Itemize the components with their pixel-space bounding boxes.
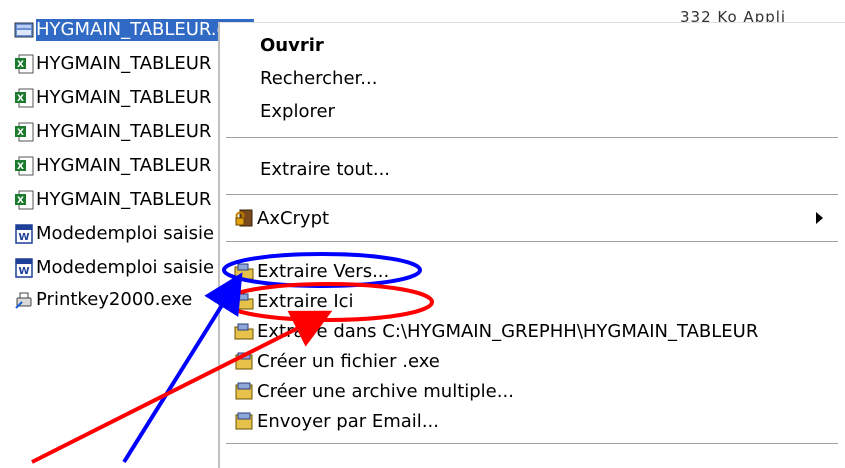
menu-item-label: Extraire dans C:\HYGMAIN_GREPHH\HYGMAIN_…	[257, 320, 759, 342]
excel-file-icon: X	[14, 156, 34, 176]
file-list: HYGMAIN_TABLEUR.exe X HYGMAIN_TABLEUR X …	[0, 0, 255, 468]
printkey-app-icon	[14, 290, 34, 310]
menu-item-extract-here[interactable]: Extraire Ici	[220, 286, 845, 316]
svg-text:X: X	[17, 60, 24, 70]
winrar-archive-icon	[234, 411, 254, 431]
file-name: HYGMAIN_TABLEUR	[36, 53, 212, 74]
menu-item-send-email[interactable]: Envoyer par Email...	[220, 406, 845, 436]
svg-text:X: X	[17, 196, 24, 206]
menu-item-label: Extraire Ici	[257, 290, 354, 312]
menu-separator	[226, 443, 838, 445]
file-name: Printkey2000.exe	[36, 289, 193, 310]
menu-item-open[interactable]: Ouvrir	[220, 30, 845, 60]
winrar-archive-icon	[234, 351, 254, 371]
menu-item-search[interactable]: Rechercher...	[220, 63, 845, 93]
file-name: HYGMAIN_TABLEUR	[36, 87, 212, 108]
winrar-extract-icon	[234, 291, 254, 311]
file-name: HYGMAIN_TABLEUR	[36, 121, 212, 142]
menu-item-label: Extraire Vers...	[257, 260, 390, 282]
menu-item-create-multi-archive[interactable]: Créer une archive multiple...	[220, 376, 845, 406]
winrar-sfx-icon	[14, 20, 34, 40]
menu-item-explore[interactable]: Explorer	[220, 96, 845, 126]
menu-item-create-exe[interactable]: Créer un fichier .exe	[220, 346, 845, 376]
excel-file-icon: X	[14, 122, 34, 142]
menu-item-label: Créer un fichier .exe	[257, 350, 440, 372]
word-doc-icon: W	[14, 258, 34, 278]
word-doc-icon: W	[14, 224, 34, 244]
svg-text:W: W	[18, 266, 29, 277]
menu-separator	[226, 137, 838, 139]
file-name: Modedemploi saisie	[36, 223, 215, 244]
context-menu: Ouvrir Rechercher... Explorer Extraire t…	[218, 22, 845, 468]
svg-text:X: X	[17, 94, 24, 104]
file-name: Modedemploi saisie	[36, 257, 215, 278]
menu-item-label: Créer une archive multiple...	[257, 380, 514, 402]
menu-item-axcrypt[interactable]: AxCrypt	[220, 203, 845, 233]
excel-file-icon: X	[14, 190, 34, 210]
menu-item-label: Envoyer par Email...	[257, 410, 439, 432]
menu-item-extract-all[interactable]: Extraire tout...	[220, 154, 845, 184]
submenu-arrow-icon	[816, 212, 823, 224]
excel-file-icon: X	[14, 88, 34, 108]
menu-item-label: Extraire tout...	[260, 158, 391, 180]
menu-separator	[226, 194, 838, 196]
file-name: HYGMAIN_TABLEUR	[36, 189, 212, 210]
winrar-extract-icon	[234, 321, 254, 341]
file-name: HYGMAIN_TABLEUR	[36, 155, 212, 176]
menu-item-label: Rechercher...	[260, 67, 378, 89]
svg-text:X: X	[17, 162, 24, 172]
menu-item-extract-to[interactable]: Extraire Vers...	[220, 256, 845, 286]
excel-file-icon: X	[14, 54, 34, 74]
axcrypt-icon	[234, 208, 254, 228]
menu-item-extract-into-folder[interactable]: Extraire dans C:\HYGMAIN_GREPHH\HYGMAIN_…	[220, 316, 845, 346]
menu-separator	[226, 241, 838, 243]
menu-item-label: AxCrypt	[257, 207, 330, 229]
svg-text:X: X	[17, 128, 24, 138]
winrar-extract-icon	[234, 261, 254, 281]
svg-text:W: W	[18, 232, 29, 243]
menu-item-label: Ouvrir	[260, 34, 324, 56]
winrar-archive-icon	[234, 381, 254, 401]
menu-item-label: Explorer	[260, 100, 335, 122]
